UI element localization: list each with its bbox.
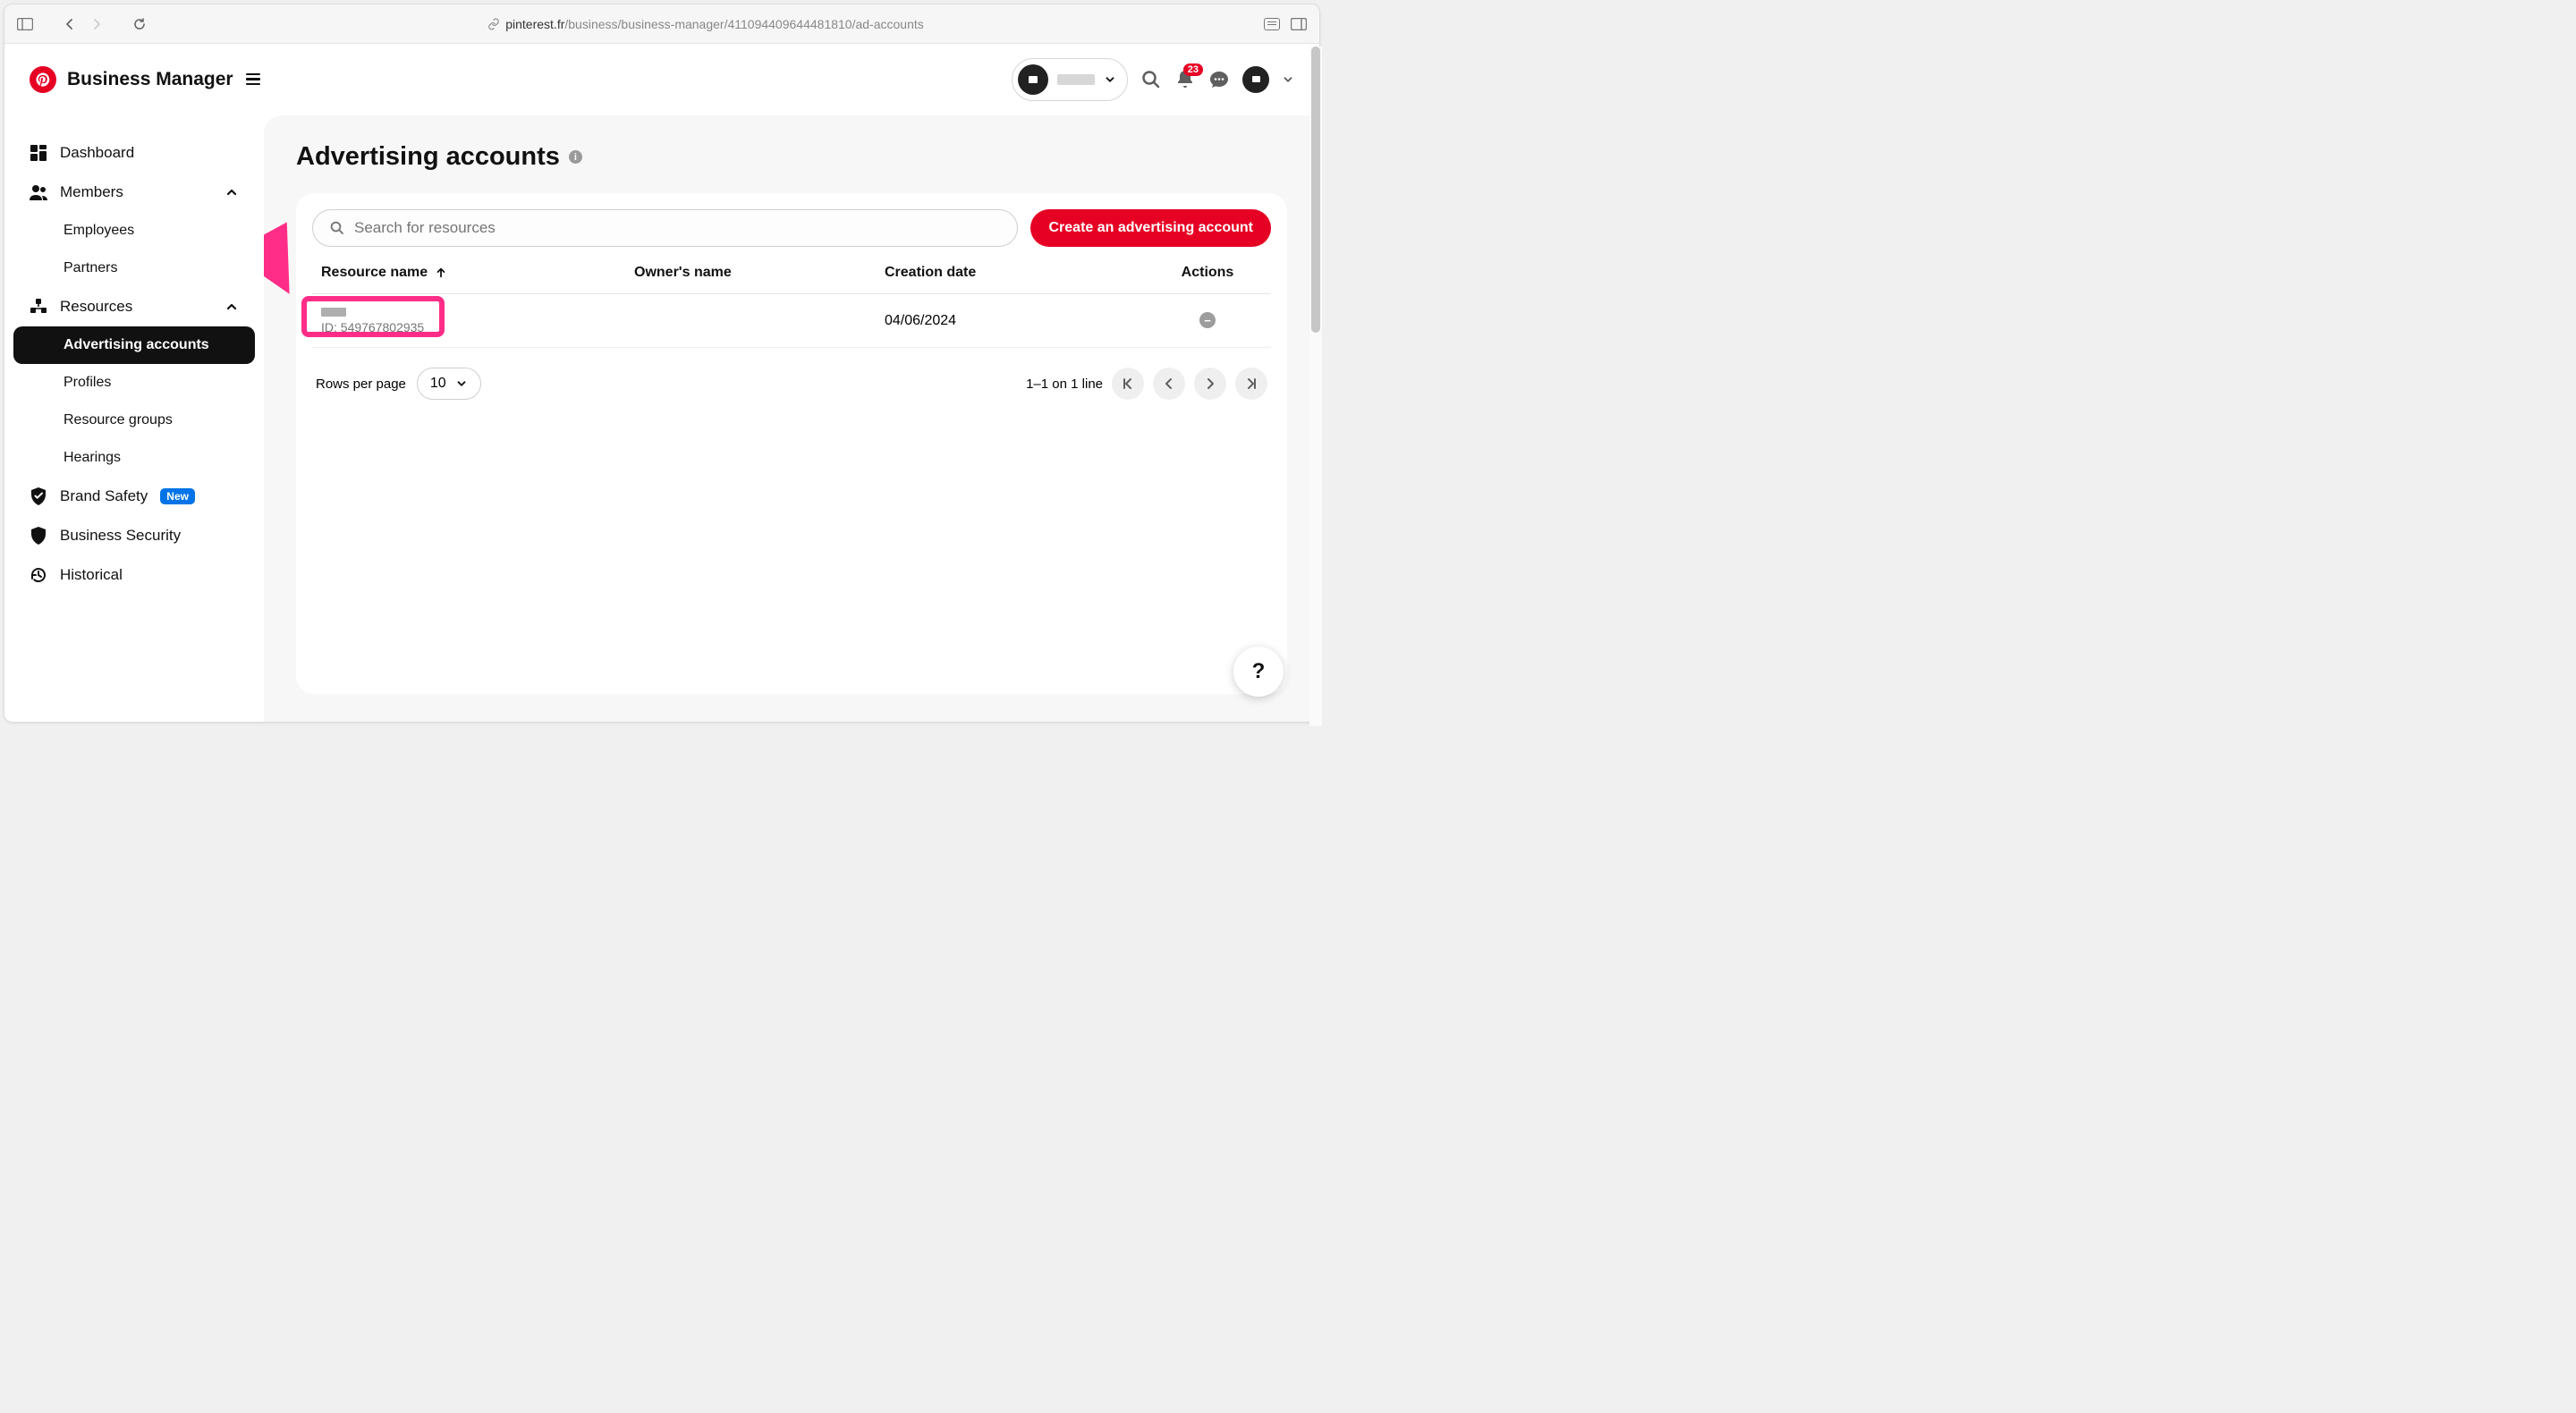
sidebar-item-brand-safety[interactable]: Brand Safety New xyxy=(13,477,255,516)
messages-icon[interactable] xyxy=(1208,69,1230,90)
annotation-arrow-icon xyxy=(264,178,300,294)
chevron-down-icon xyxy=(455,377,468,390)
account-name-redacted xyxy=(1057,74,1095,85)
sidebar-item-label: Historical xyxy=(60,566,123,584)
sidebar: Dashboard Members Employees Partners Res… xyxy=(4,115,264,722)
chevron-up-icon xyxy=(225,185,239,199)
pagination: Rows per page 10 1–1 on 1 line xyxy=(312,348,1271,400)
pinterest-logo-icon[interactable] xyxy=(30,66,56,93)
sidebar-item-business-security[interactable]: Business Security xyxy=(13,516,255,555)
accounts-card: Create an advertising account Resource n… xyxy=(296,193,1287,694)
new-badge: New xyxy=(160,488,195,504)
sidebar-item-advertising-accounts[interactable]: Advertising accounts xyxy=(13,326,255,364)
notifications-icon[interactable]: 23 xyxy=(1174,69,1196,90)
history-icon xyxy=(30,566,47,584)
browser-toolbar: pinterest.fr/business/business-manager/4… xyxy=(4,4,1319,44)
main-content: Advertising accounts i Create an adverti… xyxy=(264,115,1319,722)
page-next-icon[interactable] xyxy=(1194,368,1226,400)
pager-range: 1–1 on 1 line xyxy=(1026,377,1103,392)
sidebar-item-label: Employees xyxy=(64,223,134,239)
panel-toggle-icon[interactable] xyxy=(1289,14,1309,34)
info-icon[interactable]: i xyxy=(569,150,582,164)
chevron-down-icon xyxy=(1104,73,1116,86)
hamburger-icon[interactable] xyxy=(246,73,260,86)
user-avatar-icon[interactable] xyxy=(1242,66,1269,93)
dashboard-icon xyxy=(30,144,47,162)
sidebar-item-label: Dashboard xyxy=(60,144,134,162)
resource-name-redacted xyxy=(321,308,346,317)
url-domain: pinterest.fr xyxy=(505,17,564,31)
help-button[interactable]: ? xyxy=(1233,647,1284,697)
column-actions: Actions xyxy=(1153,265,1262,281)
page-prev-icon[interactable] xyxy=(1153,368,1185,400)
search-field[interactable] xyxy=(354,219,1001,237)
column-creation-date[interactable]: Creation date xyxy=(885,265,1153,281)
sort-asc-icon xyxy=(435,267,447,279)
sidebar-toggle-icon[interactable] xyxy=(15,14,35,34)
scrollbar-thumb[interactable] xyxy=(1311,47,1320,333)
account-avatar-icon xyxy=(1018,64,1048,95)
sidebar-item-profiles[interactable]: Profiles xyxy=(13,364,255,402)
sidebar-item-resources[interactable]: Resources xyxy=(13,287,255,326)
search-icon[interactable] xyxy=(1140,69,1162,90)
sidebar-item-label: Brand Safety xyxy=(60,487,148,505)
column-owner[interactable]: Owner's name xyxy=(634,265,885,281)
sidebar-item-label: Members xyxy=(60,183,123,201)
search-input[interactable] xyxy=(312,209,1018,247)
scrollbar[interactable] xyxy=(1309,47,1320,723)
members-icon xyxy=(30,183,47,201)
app-header: Business Manager 23 xyxy=(4,44,1319,115)
sidebar-item-hearings[interactable]: Hearings xyxy=(13,439,255,477)
link-icon xyxy=(487,18,500,30)
sidebar-item-members[interactable]: Members xyxy=(13,173,255,212)
chevron-up-icon xyxy=(225,300,239,314)
search-icon xyxy=(329,220,345,236)
shield-check-icon xyxy=(30,487,47,505)
table-row[interactable]: ID: 549767802935 04/06/2024 − xyxy=(312,294,1271,348)
sidebar-item-partners[interactable]: Partners xyxy=(13,250,255,287)
reader-mode-icon[interactable] xyxy=(1262,14,1282,34)
sidebar-item-employees[interactable]: Employees xyxy=(13,212,255,250)
sidebar-item-dashboard[interactable]: Dashboard xyxy=(13,133,255,173)
app-title: Business Manager xyxy=(67,69,233,90)
create-account-button[interactable]: Create an advertising account xyxy=(1030,209,1271,247)
resources-icon xyxy=(30,298,47,316)
remove-action-icon[interactable]: − xyxy=(1199,312,1216,328)
rows-per-page-select[interactable]: 10 xyxy=(417,368,481,400)
url-bar[interactable]: pinterest.fr/business/business-manager/4… xyxy=(157,17,1255,31)
forward-icon xyxy=(87,14,106,34)
back-icon[interactable] xyxy=(60,14,80,34)
shield-icon xyxy=(30,527,47,545)
sidebar-item-label: Resource groups xyxy=(64,412,173,428)
table-header: Resource name Owner's name Creation date… xyxy=(312,252,1271,294)
sidebar-item-label: Business Security xyxy=(60,527,181,545)
rows-per-page-label: Rows per page xyxy=(316,377,406,392)
sidebar-item-label: Resources xyxy=(60,298,132,316)
url-path: /business/business-manager/4110944096444… xyxy=(564,17,923,31)
notification-badge: 23 xyxy=(1183,63,1203,76)
chevron-down-icon[interactable] xyxy=(1282,73,1294,86)
sidebar-item-label: Partners xyxy=(64,260,117,276)
sidebar-item-label: Advertising accounts xyxy=(64,337,209,353)
accounts-table: Resource name Owner's name Creation date… xyxy=(312,252,1271,348)
resource-id: ID: 549767802935 xyxy=(321,320,424,334)
sidebar-item-resource-groups[interactable]: Resource groups xyxy=(13,402,255,439)
cell-date: 04/06/2024 xyxy=(885,313,1153,329)
page-last-icon[interactable] xyxy=(1235,368,1267,400)
column-resource-name[interactable]: Resource name xyxy=(321,265,634,281)
sidebar-item-label: Profiles xyxy=(64,375,111,391)
sidebar-item-label: Hearings xyxy=(64,450,121,466)
page-first-icon[interactable] xyxy=(1112,368,1144,400)
sidebar-item-historical[interactable]: Historical xyxy=(13,555,255,595)
account-switcher[interactable] xyxy=(1012,58,1128,101)
reload-icon[interactable] xyxy=(130,14,149,34)
page-title: Advertising accounts xyxy=(296,142,560,172)
